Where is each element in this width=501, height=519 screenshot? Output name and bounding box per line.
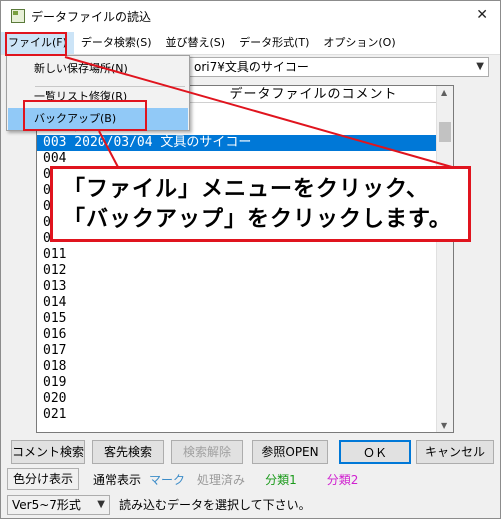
ok-button[interactable]: ＯＫ xyxy=(339,440,411,464)
menu-data-search[interactable]: データ検索(S) xyxy=(74,32,159,54)
title-bar: データファイルの読込 ✕ xyxy=(1,1,500,31)
chevron-down-icon[interactable]: ▼ xyxy=(97,496,105,514)
list-item[interactable]: 015 xyxy=(37,311,437,327)
menu-item-new-save-location[interactable]: 新しい保存場所(N) xyxy=(8,58,188,80)
color-legend-label: 色分け表示 xyxy=(7,468,80,490)
menu-options[interactable]: オプション(O) xyxy=(316,32,402,54)
app-icon xyxy=(11,9,25,23)
vertical-scrollbar[interactable]: ▲ ▼ xyxy=(436,86,453,432)
color-legend: 色分け表示 通常表示 マーク 処理済み 分類1 分類2 xyxy=(7,468,495,490)
cancel-button[interactable]: キャンセル xyxy=(416,440,494,464)
highlight-box-backup xyxy=(23,100,147,131)
list-item[interactable]: 011 xyxy=(37,247,437,263)
legend-category2: 分類2 xyxy=(326,472,359,487)
save-location-combo[interactable]: ori7¥文具のサイコー ▼ xyxy=(189,57,489,77)
legend-mark: マーク xyxy=(149,472,186,487)
data-version-value: Ver5~7形式 xyxy=(12,498,81,512)
customer-search-button[interactable]: 客先検索 xyxy=(92,440,164,464)
search-clear-button[interactable]: 検索解除 xyxy=(171,440,243,464)
data-file-load-window: データファイルの読込 ✕ ファイル(F) データ検索(S) 並び替え(S) デー… xyxy=(0,0,501,519)
list-item[interactable]: 021 xyxy=(37,407,437,423)
menu-data-format[interactable]: データ形式(T) xyxy=(232,32,316,54)
list-item[interactable]: 004 xyxy=(37,151,437,167)
save-location-value: ori7¥文具のサイコー xyxy=(194,60,309,74)
legend-category1: 分類1 xyxy=(265,472,297,487)
status-message: 読み込むデータを選択して下さい。 xyxy=(119,498,311,512)
list-item[interactable]: 020 xyxy=(37,391,437,407)
list-item[interactable]: 014 xyxy=(37,295,437,311)
highlight-box-file-menu xyxy=(5,32,67,56)
data-file-list[interactable]: データファイルのコメント 001 具のサイコー 002 具のサイコー 003 2… xyxy=(36,85,454,433)
scrollbar-thumb[interactable] xyxy=(439,122,451,142)
instruction-callout: 「ファイル」メニューをクリック、 「バックアップ」をクリックします。 xyxy=(50,166,471,242)
data-version-combo[interactable]: Ver5~7形式 ▼ xyxy=(7,495,110,515)
menu-bar: ファイル(F) データ検索(S) 並び替え(S) データ形式(T) オプション(… xyxy=(1,31,500,55)
window-title: データファイルの読込 xyxy=(31,9,152,24)
list-item[interactable]: 018 xyxy=(37,359,437,375)
list-item-selected[interactable]: 003 2020/03/04 文具のサイコー xyxy=(37,135,437,151)
comment-search-button[interactable]: コメント検索 xyxy=(11,440,85,464)
scroll-up-icon[interactable]: ▲ xyxy=(441,88,447,97)
menu-sort[interactable]: 並び替え(S) xyxy=(159,32,233,54)
list-column-header-comment[interactable]: データファイルのコメント xyxy=(189,86,437,103)
reference-open-button[interactable]: 参照OPEN xyxy=(252,440,328,464)
scroll-down-icon[interactable]: ▼ xyxy=(441,421,447,430)
list-item[interactable]: 019 xyxy=(37,375,437,391)
close-icon[interactable]: ✕ xyxy=(476,7,488,23)
list-item[interactable]: 013 xyxy=(37,279,437,295)
chevron-down-icon[interactable]: ▼ xyxy=(476,58,484,76)
list-item[interactable]: 016 xyxy=(37,327,437,343)
legend-processed: 処理済み xyxy=(197,472,246,487)
list-item[interactable]: 017 xyxy=(37,343,437,359)
callout-line-2: 「バックアップ」をクリックします。 xyxy=(63,207,452,232)
legend-normal: 通常表示 xyxy=(93,472,142,487)
list-item[interactable]: 012 xyxy=(37,263,437,279)
callout-line-1: 「ファイル」メニューをクリック、 xyxy=(63,177,430,202)
